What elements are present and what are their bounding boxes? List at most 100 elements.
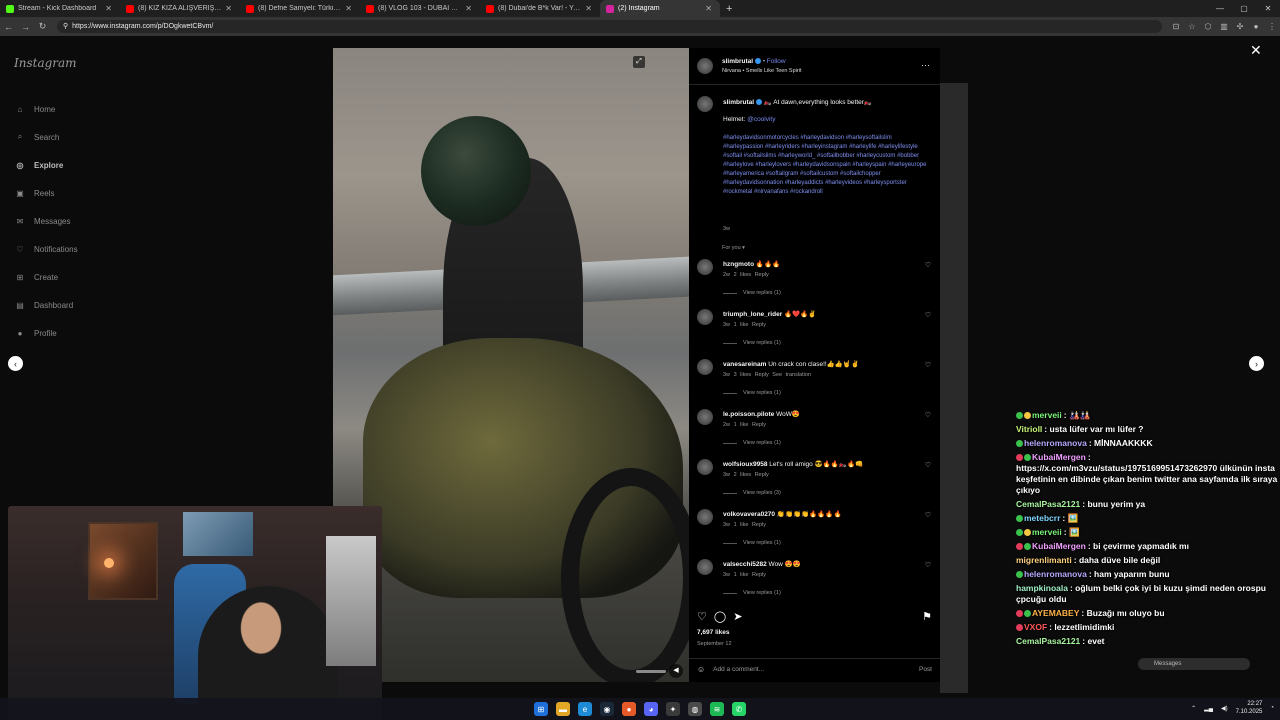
browser-tab[interactable]: (8) KIZ KIZA ALIŞVERİŞ YAPALIM ✕ xyxy=(120,0,240,17)
tab-close-icon[interactable]: ✕ xyxy=(225,4,232,13)
view-replies[interactable]: View replies (1) xyxy=(723,440,781,446)
minimize-icon[interactable]: — xyxy=(1208,0,1232,17)
forward-icon[interactable]: → xyxy=(17,22,34,32)
bookmark-star-icon[interactable]: ☆ xyxy=(1184,22,1200,31)
commenter-avatar[interactable] xyxy=(697,259,713,275)
view-replies[interactable]: View replies (1) xyxy=(723,590,781,596)
caption-author[interactable]: slimbrutal xyxy=(723,99,754,106)
add-comment-input[interactable]: Add a comment... xyxy=(713,666,919,673)
browser-tab[interactable]: (2) Instagram ✕ xyxy=(600,0,720,17)
reply-button[interactable]: Reply xyxy=(755,272,769,278)
comment-icon[interactable]: ◯ xyxy=(714,610,726,623)
app-icon[interactable]: ✦ xyxy=(666,702,680,716)
more-options-icon[interactable]: ⋯ xyxy=(921,60,930,71)
chat-username[interactable]: KubaiMergen xyxy=(1032,541,1086,551)
edge-icon[interactable]: e xyxy=(578,702,592,716)
comment-likes[interactable]: 1 like xyxy=(734,572,749,578)
comment-like-icon[interactable]: ♡ xyxy=(925,411,931,419)
chat-username[interactable]: metebcrr xyxy=(1024,513,1060,523)
save-bookmark-icon[interactable]: ⚑ xyxy=(922,610,932,623)
commenter-avatar[interactable] xyxy=(697,459,713,475)
sidebar-item-profile[interactable]: ● Profile xyxy=(14,325,57,341)
hashtags[interactable]: #harleydavidsonmotorcycles #harleydavids… xyxy=(723,134,928,197)
commenter-username[interactable]: wolfsioux9958 xyxy=(723,461,767,468)
reply-button[interactable]: Reply xyxy=(752,522,766,528)
comment-like-icon[interactable]: ♡ xyxy=(925,511,931,519)
post-media-video[interactable]: ⤢ xyxy=(333,48,689,682)
file-explorer-icon[interactable]: ▬ xyxy=(556,702,570,716)
sidebar-item-reels[interactable]: ▣ Reels xyxy=(14,185,54,201)
browser-tab[interactable]: (8) Dubai'de B*k Var! - YouTube ✕ xyxy=(480,0,600,17)
chat-username[interactable]: CemalPasa2121 xyxy=(1016,636,1080,646)
share-icon[interactable]: ➤ xyxy=(733,610,742,623)
url-bar[interactable]: ⚲ https://www.instagram.com/p/DOgkwetCBv… xyxy=(57,20,1162,33)
clock[interactable]: 22:27 7.10.2025 xyxy=(1236,700,1263,716)
view-replies[interactable]: View replies (1) xyxy=(723,390,781,396)
comment-like-icon[interactable]: ♡ xyxy=(925,561,931,569)
chat-username[interactable]: merveii xyxy=(1032,527,1062,537)
helmet-handle-link[interactable]: @coolvity xyxy=(747,116,775,123)
commenter-username[interactable]: valsecchi5282 xyxy=(723,561,767,568)
tab-close-icon[interactable]: ✕ xyxy=(585,4,592,13)
start-menu-icon[interactable]: ⊞ xyxy=(534,702,548,716)
comment-like-icon[interactable]: ♡ xyxy=(925,261,931,269)
caption-author-avatar[interactable] xyxy=(697,96,713,112)
like-icon[interactable]: ♡ xyxy=(697,610,707,623)
maximize-icon[interactable]: ▢ xyxy=(1232,0,1256,17)
new-tab-button[interactable]: + xyxy=(720,3,738,15)
author-username[interactable]: slimbrutal xyxy=(722,58,753,65)
commenter-username[interactable]: le.poisson.pilote xyxy=(723,411,774,418)
commenter-username[interactable]: volkovavera0270 xyxy=(723,511,775,518)
tab-close-icon[interactable]: ✕ xyxy=(105,4,112,13)
reply-button[interactable]: Reply xyxy=(752,422,766,428)
site-info-icon[interactable]: ⚲ xyxy=(63,20,68,33)
install-app-icon[interactable]: ⊡ xyxy=(1168,22,1184,31)
like-count[interactable]: 7,697 likes xyxy=(697,629,730,636)
firefox-icon[interactable]: ● xyxy=(622,702,636,716)
sidebar-item-search[interactable]: ⌕ Search xyxy=(14,129,60,145)
reply-button[interactable]: Reply xyxy=(752,572,766,578)
view-replies[interactable]: View replies (1) xyxy=(723,290,781,296)
chat-username[interactable]: hampkinoala xyxy=(1016,583,1068,593)
comment-likes[interactable]: 1 like xyxy=(734,522,749,528)
view-replies[interactable]: View replies (3) xyxy=(723,490,781,496)
comment-sort-dropdown[interactable]: For you ▾ xyxy=(722,245,745,251)
comment-likes[interactable]: 3 likes xyxy=(734,372,752,378)
tab-close-icon[interactable]: ✕ xyxy=(705,4,712,13)
browser-tab[interactable]: (8) Defne Samyeli: Türkiyeli değil✕ xyxy=(240,0,360,17)
commenter-username[interactable]: triumph_lone_rider xyxy=(723,311,782,318)
comment-likes[interactable]: 1 like xyxy=(734,322,749,328)
chat-username[interactable]: CemalPasa2121 xyxy=(1016,499,1080,509)
extensions-puzzle-icon[interactable]: ✣ xyxy=(1232,22,1248,31)
steam-icon[interactable]: ◉ xyxy=(600,702,614,716)
chat-username[interactable]: VXOF xyxy=(1024,622,1047,632)
reply-button[interactable]: Reply xyxy=(755,472,769,478)
chrome-icon[interactable]: ◍ xyxy=(688,702,702,716)
reload-icon[interactable]: ↻ xyxy=(34,21,51,32)
chat-username[interactable]: AYEMABEY xyxy=(1032,608,1079,618)
sidebar-item-notifications[interactable]: ♡ Notifications xyxy=(14,241,77,257)
chat-username[interactable]: migrenlimanti xyxy=(1016,555,1072,565)
sidebar-item-explore[interactable]: ◎ Explore xyxy=(14,157,64,173)
follow-button[interactable]: Follow xyxy=(767,58,786,65)
chat-username[interactable]: helenromanova xyxy=(1024,438,1087,448)
commenter-avatar[interactable] xyxy=(697,559,713,575)
notification-bell-icon[interactable]: ◔ xyxy=(1270,705,1274,711)
close-modal-icon[interactable]: ✕ xyxy=(1250,42,1262,59)
extension-icon[interactable]: ⬡ xyxy=(1200,22,1216,31)
emoji-icon[interactable]: ☺ xyxy=(697,665,705,674)
discord-icon[interactable]: ◕ xyxy=(644,702,658,716)
chat-username[interactable]: merveii xyxy=(1032,410,1062,420)
comment-likes[interactable]: 2 likes xyxy=(734,272,752,278)
back-icon[interactable]: ← xyxy=(0,22,17,32)
commenter-avatar[interactable] xyxy=(697,509,713,525)
tray-chevron-icon[interactable]: ⌃ xyxy=(1191,705,1196,712)
profile-avatar-icon[interactable]: ● xyxy=(1248,22,1264,31)
chat-username[interactable]: KubaiMergen xyxy=(1032,452,1086,462)
sidebar-item-home[interactable]: ⌂ Home xyxy=(14,101,56,117)
browser-tab[interactable]: (8) VLOG 103 - DUBAİ TATİLİM ✕ xyxy=(360,0,480,17)
comment-likes[interactable]: 2 likes xyxy=(734,472,752,478)
comment-like-icon[interactable]: ♡ xyxy=(925,311,931,319)
comment-likes[interactable]: 1 like xyxy=(734,422,749,428)
tab-close-icon[interactable]: ✕ xyxy=(345,4,352,13)
